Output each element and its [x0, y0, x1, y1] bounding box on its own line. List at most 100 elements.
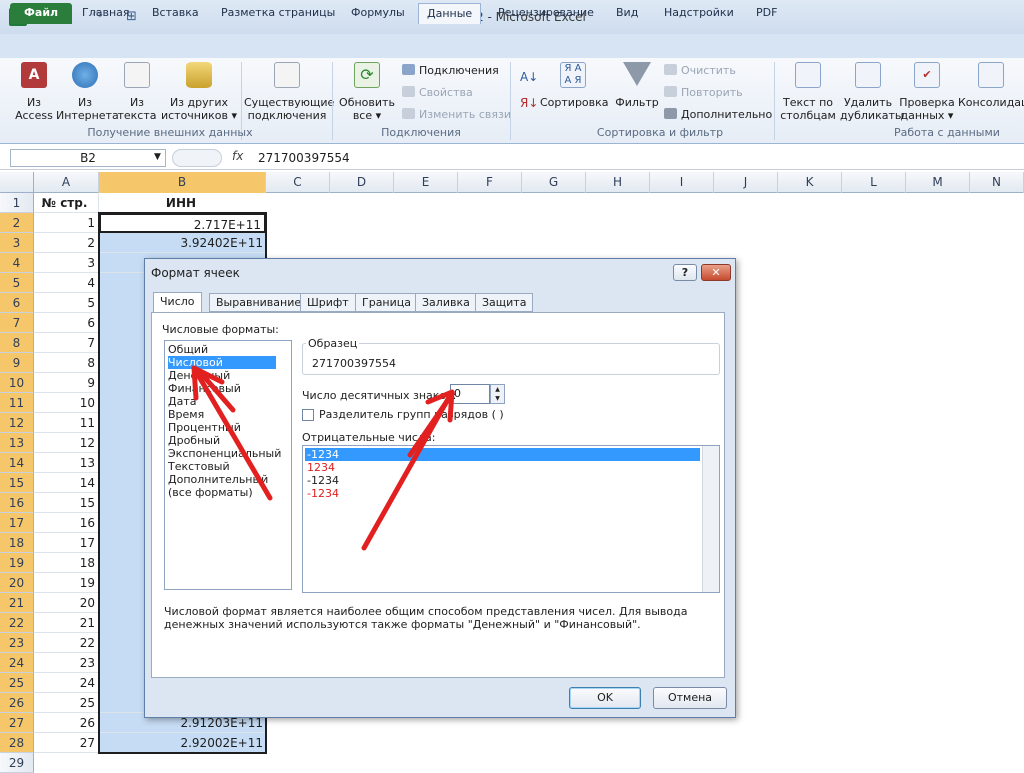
negative-list-scrollbar[interactable]	[702, 446, 719, 592]
row-header-14[interactable]: 14	[0, 453, 34, 473]
column-header-f[interactable]: F	[458, 172, 522, 193]
cell-a28[interactable]: 27	[34, 733, 99, 753]
cell-a22[interactable]: 21	[34, 613, 99, 633]
row-header-7[interactable]: 7	[0, 313, 34, 333]
column-header-k[interactable]: K	[778, 172, 842, 193]
cell-a16[interactable]: 15	[34, 493, 99, 513]
cell-a23[interactable]: 22	[34, 633, 99, 653]
from-web-button[interactable]: Из Интернета	[56, 62, 119, 122]
column-header-g[interactable]: G	[522, 172, 586, 193]
cell-a4[interactable]: 3	[34, 253, 99, 273]
existing-connections-button[interactable]: Существующие подключения	[244, 62, 334, 122]
row-header-13[interactable]: 13	[0, 433, 34, 453]
column-header-b[interactable]: B	[99, 172, 266, 193]
cell-a5[interactable]: 4	[34, 273, 99, 293]
cell-a26[interactable]: 25	[34, 693, 99, 713]
negative-option-3[interactable]: -1234	[307, 474, 339, 487]
negative-option-4[interactable]: -1234	[307, 487, 339, 500]
cell-b28[interactable]: 2.92002E+11	[99, 733, 266, 753]
cell-a3[interactable]: 2	[34, 233, 99, 253]
cell-a2[interactable]: 1	[34, 213, 99, 233]
close-button[interactable]: ✕	[701, 264, 731, 281]
tab-number[interactable]: Число	[153, 292, 202, 313]
column-header-n[interactable]: N	[970, 172, 1024, 193]
row-header-27[interactable]: 27	[0, 713, 34, 733]
column-header-c[interactable]: C	[266, 172, 330, 193]
cell-a21[interactable]: 20	[34, 593, 99, 613]
cell-a9[interactable]: 8	[34, 353, 99, 373]
cell-a25[interactable]: 24	[34, 673, 99, 693]
tab-view[interactable]: Вид	[608, 3, 646, 24]
row-header-3[interactable]: 3	[0, 233, 34, 253]
header-cell-inn[interactable]: ИНН	[99, 193, 266, 213]
tab-data[interactable]: Данные	[418, 3, 482, 24]
cell-a18[interactable]: 17	[34, 533, 99, 553]
column-header-d[interactable]: D	[330, 172, 394, 193]
name-box[interactable]: B2	[10, 149, 166, 167]
properties-button[interactable]: Свойства	[402, 86, 473, 100]
column-header-e[interactable]: E	[394, 172, 458, 193]
format-fraction[interactable]: Дробный	[168, 434, 220, 447]
tab-font[interactable]: Шрифт	[300, 293, 356, 312]
sort-az-icon[interactable]: A↓	[520, 70, 538, 84]
data-validation-button[interactable]: ✔ Проверка данных ▾	[898, 62, 956, 122]
sort-button[interactable]: Я АА Я Сортировка	[540, 62, 609, 109]
ok-button[interactable]: OK	[569, 687, 641, 709]
cell-a24[interactable]: 23	[34, 653, 99, 673]
row-header-9[interactable]: 9	[0, 353, 34, 373]
edit-links-button[interactable]: Изменить связи	[402, 108, 511, 122]
format-percentage[interactable]: Процентный	[168, 421, 241, 434]
cell-a8[interactable]: 7	[34, 333, 99, 353]
tab-fill[interactable]: Заливка	[415, 293, 477, 312]
negative-numbers-list[interactable]: -1234 1234 -1234 -1234	[302, 445, 720, 593]
row-header-23[interactable]: 23	[0, 633, 34, 653]
insert-function-icon[interactable]: fx	[232, 149, 243, 163]
row-header-4[interactable]: 4	[0, 253, 34, 273]
cancel-button[interactable]: Отмена	[653, 687, 727, 709]
format-general[interactable]: Общий	[168, 343, 208, 356]
column-header-a[interactable]: A	[34, 172, 99, 193]
format-custom[interactable]: (все форматы)	[168, 486, 253, 499]
from-access-button[interactable]: A Из Access	[14, 62, 54, 122]
filter-button[interactable]: Фильтр	[614, 62, 660, 109]
tab-insert[interactable]: Вставка	[144, 3, 207, 24]
name-box-dropdown-icon[interactable]: ▼	[154, 152, 161, 162]
format-accounting[interactable]: Финансовый	[168, 382, 241, 395]
cell-a20[interactable]: 19	[34, 573, 99, 593]
consolidate-button[interactable]: Консолидац	[958, 62, 1024, 109]
row-header-11[interactable]: 11	[0, 393, 34, 413]
cell-a15[interactable]: 14	[34, 473, 99, 493]
row-header-5[interactable]: 5	[0, 273, 34, 293]
cell-a6[interactable]: 5	[34, 293, 99, 313]
cell-a7[interactable]: 6	[34, 313, 99, 333]
text-to-columns-button[interactable]: Текст по столбцам	[778, 62, 838, 122]
row-header-12[interactable]: 12	[0, 413, 34, 433]
row-header-28[interactable]: 28	[0, 733, 34, 753]
cell-a11[interactable]: 10	[34, 393, 99, 413]
format-date[interactable]: Дата	[168, 395, 196, 408]
row-header-26[interactable]: 26	[0, 693, 34, 713]
format-special[interactable]: Дополнительный	[168, 473, 268, 486]
decimal-places-input[interactable]: 0	[450, 384, 490, 404]
tab-review[interactable]: Рецензирование	[490, 3, 602, 24]
row-header-21[interactable]: 21	[0, 593, 34, 613]
tab-protection[interactable]: Защита	[475, 293, 534, 312]
column-header-i[interactable]: I	[650, 172, 714, 193]
row-header-6[interactable]: 6	[0, 293, 34, 313]
format-time[interactable]: Время	[168, 408, 204, 421]
tab-formulas[interactable]: Формулы	[343, 3, 413, 24]
format-number[interactable]: Числовой	[168, 356, 276, 369]
format-currency[interactable]: Денежный	[168, 369, 230, 382]
tab-page-layout[interactable]: Разметка страницы	[213, 3, 343, 24]
tab-alignment[interactable]: Выравнивание	[209, 293, 309, 312]
row-header-10[interactable]: 10	[0, 373, 34, 393]
cell-a13[interactable]: 12	[34, 433, 99, 453]
formula-divider-handle[interactable]	[172, 149, 222, 167]
cell-a12[interactable]: 11	[34, 413, 99, 433]
cell-a27[interactable]: 26	[34, 713, 99, 733]
negative-option-1[interactable]: -1234	[305, 448, 700, 461]
row-header-24[interactable]: 24	[0, 653, 34, 673]
formula-input[interactable]: 271700397554	[258, 151, 350, 165]
column-header-j[interactable]: J	[714, 172, 778, 193]
select-all-corner[interactable]	[0, 172, 34, 193]
